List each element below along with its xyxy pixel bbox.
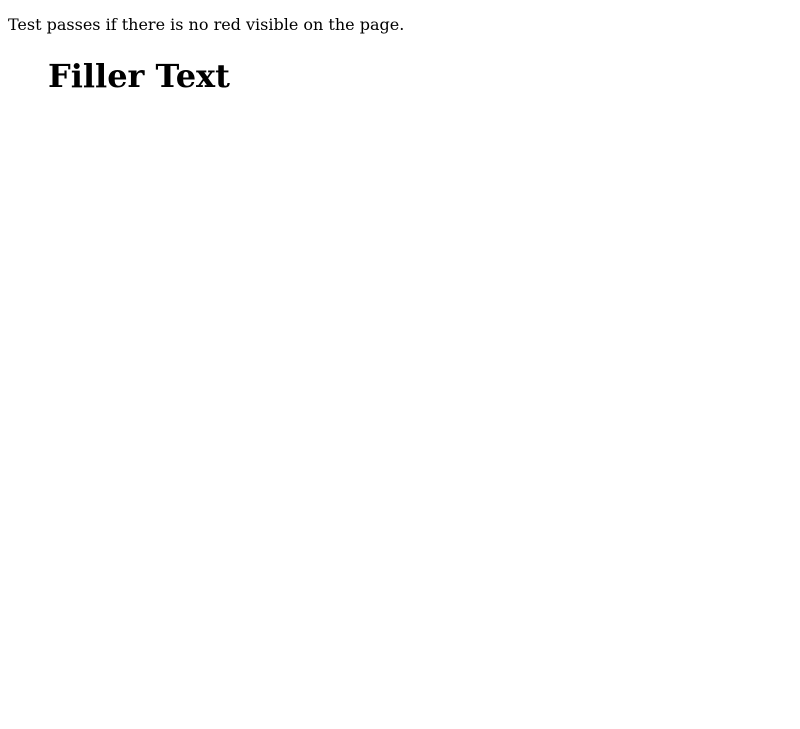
filler-heading: Filler Text (48, 57, 230, 95)
test-instruction-text: Test passes if there is no red visible o… (8, 15, 405, 34)
